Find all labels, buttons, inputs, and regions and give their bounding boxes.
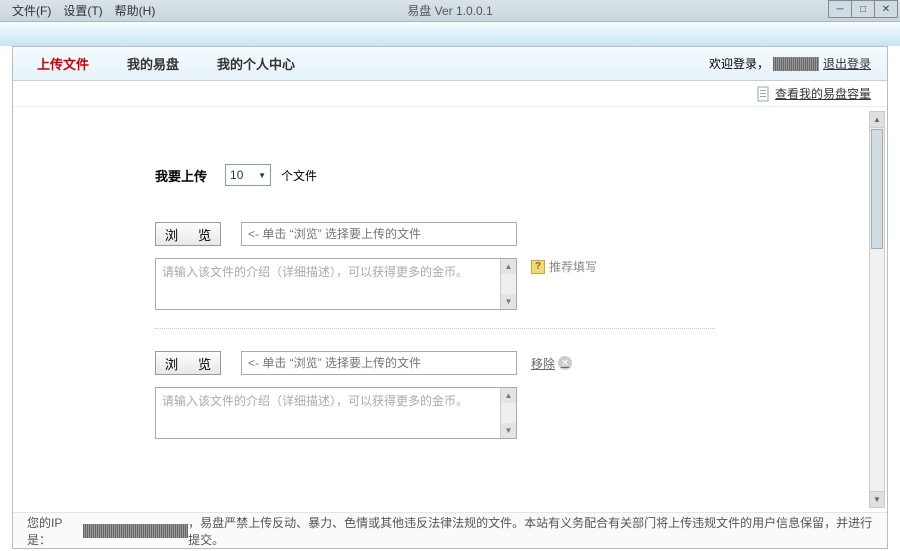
- upload-block-1: 浏 览 请输入该文件的介绍（详细描述），可以获得更多的金币。 ▲ ▼ ? 推荐填…: [155, 222, 887, 310]
- upload-block-2: 浏 览 移除 ✕ 请输入该文件的介绍（详细描述），可以获得更多的金币。 ▲ ▼: [155, 351, 887, 439]
- scroll-up-icon: ▲: [501, 259, 516, 274]
- scroll-thumb[interactable]: [871, 129, 883, 249]
- main-frame: 上传文件 我的易盘 我的个人中心 欢迎登录， 退出登录 查看我的易盘容量 我要上…: [12, 46, 888, 549]
- file-count-value: 10: [230, 168, 243, 182]
- tab-mydisk[interactable]: 我的易盘: [119, 54, 187, 73]
- ip-prefix: 您的IP是：: [27, 514, 83, 548]
- tab-upload[interactable]: 上传文件: [29, 54, 97, 73]
- chevron-down-icon: ▼: [258, 171, 266, 180]
- app-title: 易盘 Ver 1.0.0.1: [407, 2, 492, 19]
- titlebar: 文件(F) 设置(T) 帮助(H) 易盘 Ver 1.0.0.1 ─ □ ✕: [0, 0, 900, 22]
- upload-area: 我要上传 10 ▼ 个文件 浏 览 请输入该文件的介绍（详细描述），可以获得更多…: [13, 108, 887, 439]
- upload-count-row: 我要上传 10 ▼ 个文件: [155, 164, 887, 186]
- username-redacted: [773, 57, 819, 71]
- document-icon: [757, 86, 771, 102]
- menu-help[interactable]: 帮助(H): [111, 0, 160, 21]
- tab-profile[interactable]: 我的个人中心: [209, 54, 303, 73]
- remove-icon: ✕: [558, 356, 572, 370]
- header-gradient: [0, 22, 900, 46]
- minimize-button[interactable]: ─: [828, 0, 852, 18]
- separator: [155, 328, 715, 329]
- window-controls: ─ □ ✕: [829, 0, 898, 18]
- file-path-input-2[interactable]: [241, 351, 517, 375]
- file-path-input-1[interactable]: [241, 222, 517, 246]
- upload-prefix: 我要上传: [155, 166, 207, 185]
- maximize-button[interactable]: □: [851, 0, 875, 18]
- question-icon: ?: [531, 260, 545, 274]
- footer-warning: ，易盘严禁上传反动、暴力、色情或其他违反法律法规的文件。本站有义务配合有关部门将…: [188, 514, 873, 548]
- browse-button-2[interactable]: 浏 览: [155, 351, 221, 375]
- file-count-select[interactable]: 10 ▼: [225, 164, 271, 186]
- description-textarea-1[interactable]: 请输入该文件的介绍（详细描述），可以获得更多的金币。 ▲ ▼: [155, 258, 517, 310]
- description-hint: ? 推荐填写: [531, 258, 597, 275]
- content-viewport: 我要上传 10 ▼ 个文件 浏 览 请输入该文件的介绍（详细描述），可以获得更多…: [13, 108, 887, 510]
- remove-link[interactable]: 移除 ✕: [531, 355, 572, 372]
- tabs-row: 上传文件 我的易盘 我的个人中心 欢迎登录， 退出登录: [13, 47, 887, 81]
- description-textarea-2[interactable]: 请输入该文件的介绍（详细描述），可以获得更多的金币。 ▲ ▼: [155, 387, 517, 439]
- browse-button-1[interactable]: 浏 览: [155, 222, 221, 246]
- scroll-down-icon: ▼: [501, 423, 516, 438]
- close-button[interactable]: ✕: [874, 0, 898, 18]
- capacity-link-text: 查看我的易盘容量: [775, 85, 871, 102]
- scroll-down-icon: ▼: [501, 294, 516, 309]
- vertical-scrollbar[interactable]: ▲ ▼: [869, 111, 885, 508]
- menu-file[interactable]: 文件(F): [8, 0, 55, 21]
- footer-bar: 您的IP是： ，易盘严禁上传反动、暴力、色情或其他违反法律法规的文件。本站有义务…: [13, 512, 887, 548]
- upload-suffix: 个文件: [281, 167, 317, 184]
- textarea-scrollbar[interactable]: ▲ ▼: [500, 388, 516, 438]
- login-area: 欢迎登录， 退出登录: [709, 55, 871, 72]
- logout-link[interactable]: 退出登录: [823, 55, 871, 72]
- scroll-down-arrow[interactable]: ▼: [870, 491, 884, 507]
- capacity-link[interactable]: 查看我的易盘容量: [757, 85, 871, 102]
- menubar: 文件(F) 设置(T) 帮助(H): [0, 0, 159, 21]
- menu-settings[interactable]: 设置(T): [59, 0, 106, 21]
- welcome-text: 欢迎登录，: [709, 55, 769, 72]
- scroll-up-arrow[interactable]: ▲: [870, 112, 884, 128]
- ip-redacted: [83, 524, 188, 538]
- scroll-up-icon: ▲: [501, 388, 516, 403]
- sub-row: 查看我的易盘容量: [13, 81, 887, 107]
- textarea-scrollbar[interactable]: ▲ ▼: [500, 259, 516, 309]
